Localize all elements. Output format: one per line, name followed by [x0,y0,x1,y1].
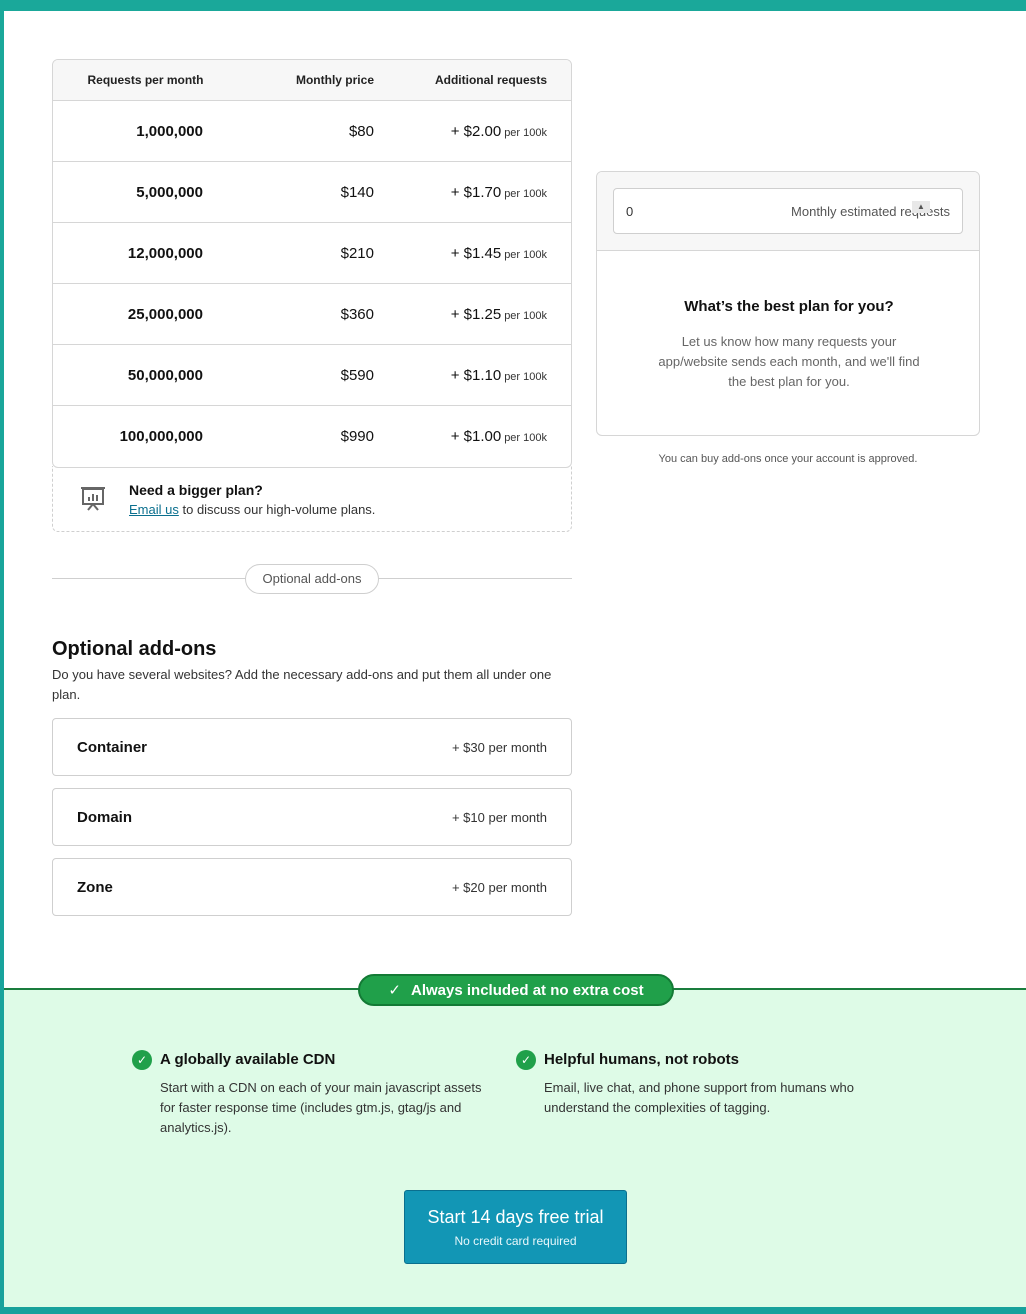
feature-title: A globally available CDN [160,1051,336,1068]
start-trial-label: Start 14 days free trial [427,1207,604,1227]
additional-price: + $1.25 [450,305,502,323]
table-row: 25,000,000 $360 + $1.25 per 100k [53,284,571,345]
input-value: 0 [626,203,634,219]
additional-cell: + $2.00 per 100k [374,123,547,140]
included-badge-label: Always included at no extra cost [411,981,644,999]
included-badge: ✓ Always included at no extra cost [358,974,674,1006]
estimator-header: 0 Monthly estimated requests ▲ [597,172,979,251]
price-cell: $990 [340,428,374,445]
price-cell: $140 [340,183,374,201]
pricing-table: Requests per month Monthly price Additio… [52,59,572,468]
column-header-requests: Requests per month [87,73,204,87]
table-row: 50,000,000 $590 + $1.10 per 100k [53,345,571,406]
requests-cell: 50,000,000 [127,366,203,384]
per-unit: per 100k [504,370,547,383]
column-header-additional: Additional requests [434,73,547,87]
additional-cell: + $1.00 per 100k [374,428,547,445]
bigger-plan-desc: to discuss our high-volume plans. [182,502,376,517]
addon-name: Zone [77,878,113,896]
per-unit: per 100k [504,309,547,322]
start-trial-button[interactable]: Start 14 days free trial No credit card … [404,1190,627,1264]
additional-cell: + $1.10 per 100k [374,367,547,384]
requests-cell: 25,000,000 [127,305,203,323]
addons-title: Optional add-ons [52,638,217,660]
addon-price: + $30 per month [451,739,547,755]
additional-cell: + $1.25 per 100k [374,306,547,323]
feature-title: Helpful humans, not robots [544,1051,739,1068]
price-cell: $590 [340,366,374,384]
presentation-chart-icon [81,487,105,511]
additional-price: + $1.10 [450,366,502,384]
addon-domain[interactable]: Domain + $10 per month [52,788,572,846]
addon-price: + $10 per month [451,809,547,825]
checkmark-icon: ✓ [388,982,401,999]
monthly-requests-input[interactable]: 0 Monthly estimated requests ▲ [613,188,963,234]
per-unit: per 100k [504,248,547,261]
requests-cell: 5,000,000 [136,183,203,201]
table-row: 100,000,000 $990 + $1.00 per 100k [53,406,571,467]
estimator-question: What’s the best plan for you? [684,298,894,315]
check-circle-icon: ✓ [132,1050,152,1070]
addons-description: Do you have several websites? Add the ne… [52,667,552,702]
per-unit: per 100k [504,187,547,200]
plan-estimator: 0 Monthly estimated requests ▲ What’s th… [596,171,980,436]
email-us-link[interactable]: Email us [129,502,179,517]
table-header: Requests per month Monthly price Additio… [53,60,571,101]
estimator-answer: Let us know how many requests your app/w… [658,334,920,389]
requests-cell: 12,000,000 [127,244,203,262]
feature-text: Email, live chat, and phone support from… [544,1080,855,1115]
additional-cell: + $1.45 per 100k [374,245,547,262]
table-row: 12,000,000 $210 + $1.45 per 100k [53,223,571,284]
additional-cell: + $1.70 per 100k [374,184,547,201]
additional-price: + $2.00 [450,122,502,140]
addons-note: You can buy add-ons once your account is… [658,453,918,465]
check-circle-icon: ✓ [516,1050,536,1070]
feature-text: Start with a CDN on each of your main ja… [160,1080,482,1135]
requests-cell: 100,000,000 [119,428,203,445]
requests-cell: 1,000,000 [136,122,203,140]
stepper-up-icon[interactable]: ▲ [912,201,930,213]
bigger-plan-box: Need a bigger plan? Email us to discuss … [52,466,572,532]
bigger-plan-title: Need a bigger plan? [129,482,263,498]
additional-price: + $1.45 [450,244,502,262]
table-row: 5,000,000 $140 + $1.70 per 100k [53,162,571,223]
addon-name: Container [77,738,148,756]
per-unit: per 100k [504,126,547,139]
additional-price: + $1.00 [450,428,502,445]
per-unit: per 100k [504,432,547,444]
price-cell: $80 [348,122,374,140]
additional-price: + $1.70 [450,183,502,201]
addon-price: + $20 per month [451,879,547,895]
bigger-plan-text: Email us to discuss our high-volume plan… [129,502,375,517]
start-trial-sublabel: No credit card required [454,1234,577,1248]
price-cell: $210 [340,244,374,262]
addon-name: Domain [77,808,133,826]
page-frame: Requests per month Monthly price Additio… [4,11,1026,1307]
addon-container[interactable]: Container + $30 per month [52,718,572,776]
table-row: 1,000,000 $80 + $2.00 per 100k [53,101,571,162]
addon-zone[interactable]: Zone + $20 per month [52,858,572,916]
column-header-price: Monthly price [295,73,374,87]
optional-addons-pill: Optional add-ons [245,564,379,594]
price-cell: $360 [340,305,374,323]
